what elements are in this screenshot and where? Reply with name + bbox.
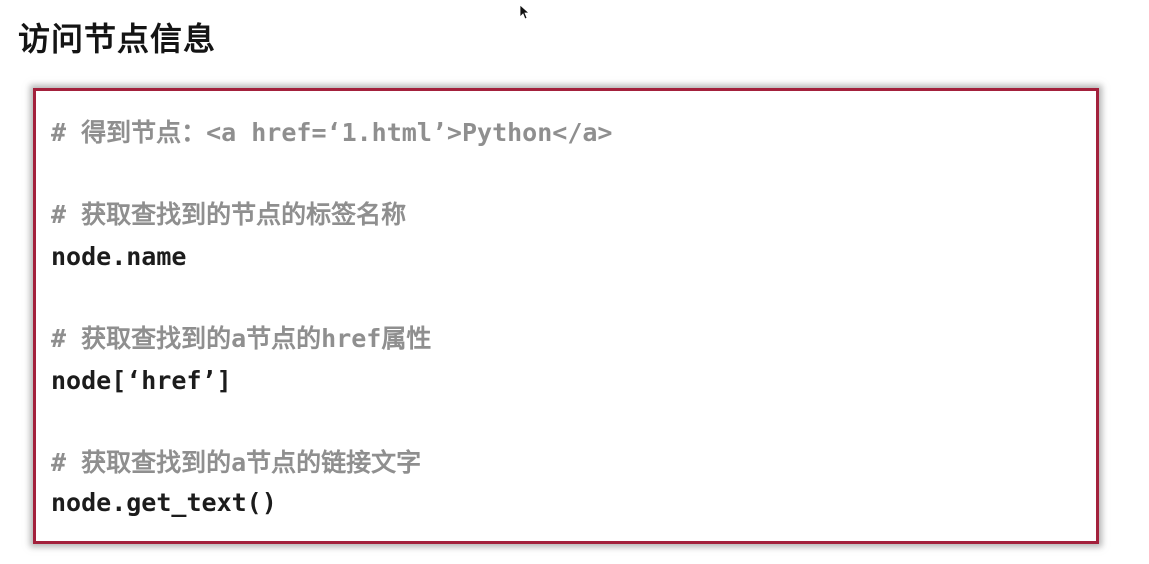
code-comment-line: # 获取查找到的a节点的链接文字	[51, 448, 422, 477]
code-comment-line: # 获取查找到的a节点的href属性	[51, 324, 432, 353]
code-comment-line: # 获取查找到的节点的标签名称	[51, 200, 407, 229]
code-block: # 得到节点：<a href=‘1.html’>Python</a> # 获取查…	[33, 88, 1099, 544]
code-line: node.get_text()	[51, 488, 277, 517]
code-comment-line: # 得到节点：<a href=‘1.html’>Python</a>	[51, 118, 613, 147]
code-line: node[‘href’]	[51, 366, 232, 395]
slide: 访问节点信息 # 得到节点：<a href=‘1.html’>Python</a…	[0, 0, 1149, 564]
mouse-pointer-icon	[519, 4, 529, 20]
code-line: node.name	[51, 242, 187, 271]
slide-title: 访问节点信息	[18, 20, 217, 58]
